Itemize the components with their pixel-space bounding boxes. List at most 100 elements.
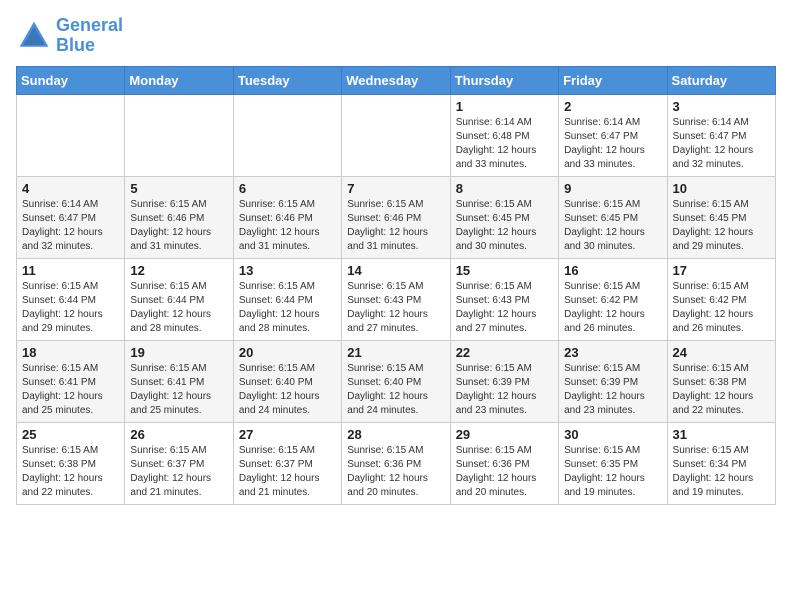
calendar-cell: 20 Sunrise: 6:15 AM Sunset: 6:40 PM Dayli… bbox=[233, 340, 341, 422]
day-number: 25 bbox=[22, 427, 119, 442]
calendar-table: SundayMondayTuesdayWednesdayThursdayFrid… bbox=[16, 66, 776, 505]
calendar-cell bbox=[233, 94, 341, 176]
day-info: Sunrise: 6:14 AM Sunset: 6:47 PM Dayligh… bbox=[22, 198, 119, 254]
calendar-cell: 14Sunrise: 6:15 AM Sunset: 6:43 PM Dayli… bbox=[342, 258, 450, 340]
day-number: 2 bbox=[564, 99, 661, 114]
day-info: Sunrise: 6:15 AM Sunset: 6:39 PM Dayligh… bbox=[456, 362, 553, 418]
calendar-cell: 19 Sunrise: 6:15 AM Sunset: 6:41 PM Dayli… bbox=[125, 340, 233, 422]
calendar-week-row: 25 Sunrise: 6:15 AM Sunset: 6:38 PM Dayli… bbox=[17, 422, 776, 504]
day-number: 19 bbox=[130, 345, 227, 360]
day-info: Sunrise: 6:15 AM Sunset: 6:42 PM Dayligh… bbox=[564, 280, 661, 336]
calendar-cell: 16 Sunrise: 6:15 AM Sunset: 6:42 PM Dayli… bbox=[559, 258, 667, 340]
calendar-cell: 18Sunrise: 6:15 AM Sunset: 6:41 PM Dayli… bbox=[17, 340, 125, 422]
day-number: 11 bbox=[22, 263, 119, 278]
day-info: Sunrise: 6:15 AM Sunset: 6:46 PM Dayligh… bbox=[239, 198, 336, 254]
calendar-cell: 22 Sunrise: 6:15 AM Sunset: 6:39 PM Dayli… bbox=[450, 340, 558, 422]
day-number: 22 bbox=[456, 345, 553, 360]
weekday-header: Sunday bbox=[17, 66, 125, 94]
day-number: 12 bbox=[130, 263, 227, 278]
calendar-cell: 6 Sunrise: 6:15 AM Sunset: 6:46 PM Daylig… bbox=[233, 176, 341, 258]
day-info: Sunrise: 6:15 AM Sunset: 6:44 PM Dayligh… bbox=[130, 280, 227, 336]
calendar-cell: 23Sunrise: 6:15 AM Sunset: 6:39 PM Dayli… bbox=[559, 340, 667, 422]
day-info: Sunrise: 6:15 AM Sunset: 6:44 PM Dayligh… bbox=[239, 280, 336, 336]
day-info: Sunrise: 6:15 AM Sunset: 6:41 PM Dayligh… bbox=[130, 362, 227, 418]
day-info: Sunrise: 6:15 AM Sunset: 6:36 PM Dayligh… bbox=[347, 444, 444, 500]
day-number: 29 bbox=[456, 427, 553, 442]
day-number: 26 bbox=[130, 427, 227, 442]
day-info: Sunrise: 6:14 AM Sunset: 6:47 PM Dayligh… bbox=[673, 116, 770, 172]
calendar-cell: 29 Sunrise: 6:15 AM Sunset: 6:36 PM Dayli… bbox=[450, 422, 558, 504]
weekday-header: Monday bbox=[125, 66, 233, 94]
day-info: Sunrise: 6:14 AM Sunset: 6:47 PM Dayligh… bbox=[564, 116, 661, 172]
calendar-cell: 30 Sunrise: 6:15 AM Sunset: 6:35 PM Dayli… bbox=[559, 422, 667, 504]
day-info: Sunrise: 6:15 AM Sunset: 6:44 PM Dayligh… bbox=[22, 280, 119, 336]
day-info: Sunrise: 6:15 AM Sunset: 6:45 PM Dayligh… bbox=[564, 198, 661, 254]
calendar-week-row: 1Sunrise: 6:14 AM Sunset: 6:48 PM Daylig… bbox=[17, 94, 776, 176]
day-info: Sunrise: 6:15 AM Sunset: 6:45 PM Dayligh… bbox=[456, 198, 553, 254]
day-number: 14 bbox=[347, 263, 444, 278]
day-number: 13 bbox=[239, 263, 336, 278]
day-number: 30 bbox=[564, 427, 661, 442]
day-number: 20 bbox=[239, 345, 336, 360]
day-info: Sunrise: 6:15 AM Sunset: 6:40 PM Dayligh… bbox=[347, 362, 444, 418]
day-number: 10 bbox=[673, 181, 770, 196]
calendar-cell: 13 Sunrise: 6:15 AM Sunset: 6:44 PM Dayli… bbox=[233, 258, 341, 340]
day-info: Sunrise: 6:15 AM Sunset: 6:45 PM Dayligh… bbox=[673, 198, 770, 254]
day-number: 18 bbox=[22, 345, 119, 360]
day-info: Sunrise: 6:15 AM Sunset: 6:43 PM Dayligh… bbox=[456, 280, 553, 336]
day-info: Sunrise: 6:15 AM Sunset: 6:38 PM Dayligh… bbox=[673, 362, 770, 418]
day-info: Sunrise: 6:15 AM Sunset: 6:35 PM Dayligh… bbox=[564, 444, 661, 500]
calendar-cell: 17 Sunrise: 6:15 AM Sunset: 6:42 PM Dayli… bbox=[667, 258, 775, 340]
calendar-cell: 2 Sunrise: 6:14 AM Sunset: 6:47 PM Daylig… bbox=[559, 94, 667, 176]
weekday-header: Saturday bbox=[667, 66, 775, 94]
day-number: 9 bbox=[564, 181, 661, 196]
calendar-cell: 3 Sunrise: 6:14 AM Sunset: 6:47 PM Daylig… bbox=[667, 94, 775, 176]
day-info: Sunrise: 6:15 AM Sunset: 6:46 PM Dayligh… bbox=[347, 198, 444, 254]
day-number: 5 bbox=[130, 181, 227, 196]
calendar-cell: 24Sunrise: 6:15 AM Sunset: 6:38 PM Dayli… bbox=[667, 340, 775, 422]
day-number: 21 bbox=[347, 345, 444, 360]
calendar-cell bbox=[17, 94, 125, 176]
calendar-week-row: 4 Sunrise: 6:14 AM Sunset: 6:47 PM Daylig… bbox=[17, 176, 776, 258]
calendar-cell: 1Sunrise: 6:14 AM Sunset: 6:48 PM Daylig… bbox=[450, 94, 558, 176]
weekday-header: Thursday bbox=[450, 66, 558, 94]
day-number: 8 bbox=[456, 181, 553, 196]
calendar-cell: 5 Sunrise: 6:15 AM Sunset: 6:46 PM Daylig… bbox=[125, 176, 233, 258]
day-number: 4 bbox=[22, 181, 119, 196]
weekday-header: Tuesday bbox=[233, 66, 341, 94]
calendar-cell: 26 Sunrise: 6:15 AM Sunset: 6:37 PM Dayli… bbox=[125, 422, 233, 504]
day-info: Sunrise: 6:15 AM Sunset: 6:39 PM Dayligh… bbox=[564, 362, 661, 418]
day-info: Sunrise: 6:14 AM Sunset: 6:48 PM Dayligh… bbox=[456, 116, 553, 172]
calendar-cell: 31 Sunrise: 6:15 AM Sunset: 6:34 PM Dayli… bbox=[667, 422, 775, 504]
day-info: Sunrise: 6:15 AM Sunset: 6:40 PM Dayligh… bbox=[239, 362, 336, 418]
calendar-cell: 15 Sunrise: 6:15 AM Sunset: 6:43 PM Dayli… bbox=[450, 258, 558, 340]
weekday-header: Wednesday bbox=[342, 66, 450, 94]
calendar-cell: 8 Sunrise: 6:15 AM Sunset: 6:45 PM Daylig… bbox=[450, 176, 558, 258]
day-number: 17 bbox=[673, 263, 770, 278]
day-info: Sunrise: 6:15 AM Sunset: 6:36 PM Dayligh… bbox=[456, 444, 553, 500]
logo-text: General Blue bbox=[56, 16, 123, 56]
day-info: Sunrise: 6:15 AM Sunset: 6:37 PM Dayligh… bbox=[130, 444, 227, 500]
day-info: Sunrise: 6:15 AM Sunset: 6:46 PM Dayligh… bbox=[130, 198, 227, 254]
calendar-cell: 25 Sunrise: 6:15 AM Sunset: 6:38 PM Dayli… bbox=[17, 422, 125, 504]
calendar-cell: 10 Sunrise: 6:15 AM Sunset: 6:45 PM Dayli… bbox=[667, 176, 775, 258]
day-number: 7 bbox=[347, 181, 444, 196]
page-header: General Blue bbox=[16, 16, 776, 56]
day-number: 28 bbox=[347, 427, 444, 442]
day-number: 31 bbox=[673, 427, 770, 442]
day-number: 6 bbox=[239, 181, 336, 196]
day-info: Sunrise: 6:15 AM Sunset: 6:34 PM Dayligh… bbox=[673, 444, 770, 500]
day-number: 27 bbox=[239, 427, 336, 442]
day-number: 15 bbox=[456, 263, 553, 278]
calendar-cell: 12 Sunrise: 6:15 AM Sunset: 6:44 PM Dayli… bbox=[125, 258, 233, 340]
calendar-cell: 7 Sunrise: 6:15 AM Sunset: 6:46 PM Daylig… bbox=[342, 176, 450, 258]
day-number: 16 bbox=[564, 263, 661, 278]
weekday-header-row: SundayMondayTuesdayWednesdayThursdayFrid… bbox=[17, 66, 776, 94]
calendar-cell bbox=[342, 94, 450, 176]
day-number: 3 bbox=[673, 99, 770, 114]
calendar-cell: 28 Sunrise: 6:15 AM Sunset: 6:36 PM Dayli… bbox=[342, 422, 450, 504]
calendar-cell: 9 Sunrise: 6:15 AM Sunset: 6:45 PM Daylig… bbox=[559, 176, 667, 258]
day-info: Sunrise: 6:15 AM Sunset: 6:38 PM Dayligh… bbox=[22, 444, 119, 500]
day-info: Sunrise: 6:15 AM Sunset: 6:42 PM Dayligh… bbox=[673, 280, 770, 336]
calendar-cell: 4 Sunrise: 6:14 AM Sunset: 6:47 PM Daylig… bbox=[17, 176, 125, 258]
